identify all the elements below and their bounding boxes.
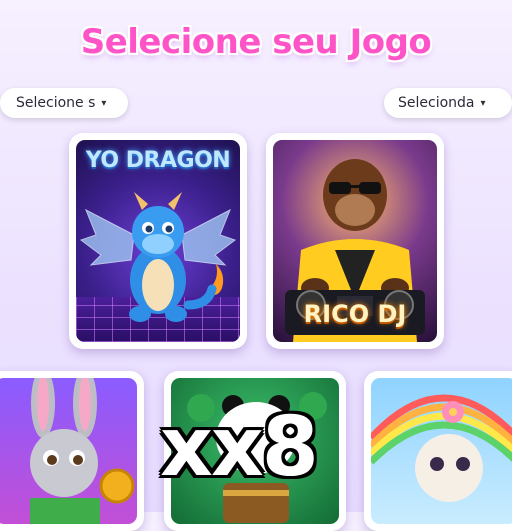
filter-dropdown-right-label: Selecionda <box>398 95 475 111</box>
chevron-down-icon: ▾ <box>101 97 107 109</box>
game-card-art: RICO DJ <box>273 140 437 342</box>
page-title: Selecione seu Jogo <box>80 22 432 62</box>
game-card-yo-dragon[interactable]: YO DRAGON <box>69 133 247 349</box>
multiplier-overlay: xx8 <box>160 400 319 495</box>
game-title: RICO DJ <box>303 300 407 328</box>
game-card-art <box>0 378 137 524</box>
bunny-illustration <box>30 378 135 524</box>
filter-dropdown-left-label: Selecione s <box>16 95 96 111</box>
llama-illustration <box>371 394 512 502</box>
game-card-art: YO DRAGON <box>76 140 240 342</box>
filter-dropdown-right[interactable]: Selecionda ▾ <box>384 88 512 118</box>
game-card-llama[interactable] <box>364 371 512 531</box>
game-card-bunny[interactable] <box>0 371 144 531</box>
chevron-down-icon: ▾ <box>480 97 486 109</box>
game-card-rico-dj[interactable]: RICO DJ <box>266 133 444 349</box>
game-card-art <box>371 378 512 524</box>
filter-dropdown-left[interactable]: Selecione s ▾ <box>0 88 128 118</box>
game-title: YO DRAGON <box>85 148 231 173</box>
